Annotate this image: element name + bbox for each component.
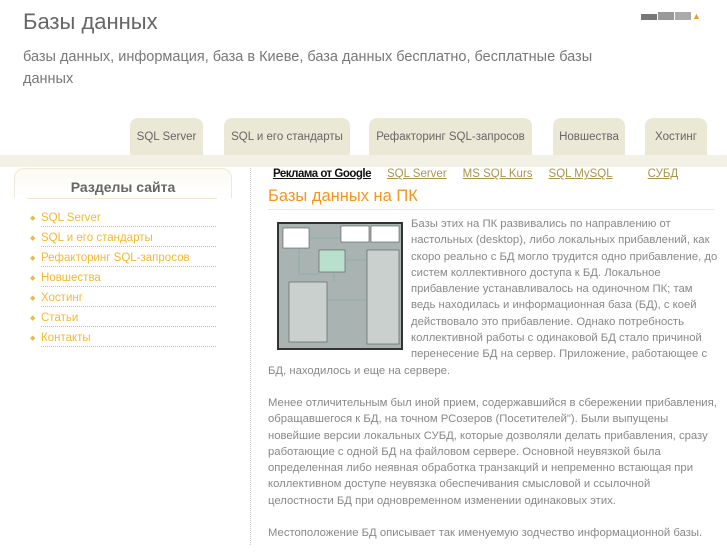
site-title: Базы данных bbox=[23, 9, 158, 34]
ads-google-label[interactable]: Реклама от Google bbox=[273, 168, 372, 183]
tab-refactoring[interactable]: Рефакторинг SQL-запросов bbox=[369, 118, 532, 156]
sidebar-item-label[interactable]: SQL и его стандарты bbox=[41, 229, 216, 247]
article-title: Базы данных на ПК bbox=[268, 187, 714, 210]
bullet-icon: ◆ bbox=[30, 335, 36, 342]
main-nav: SQL Server SQL и его стандарты Рефактори… bbox=[0, 118, 727, 156]
ads-bar: Реклама от Google SQL Server MS SQL Kurs… bbox=[268, 168, 698, 183]
nav-band bbox=[0, 155, 727, 167]
database-diagram-image bbox=[277, 222, 403, 350]
sidebar-item-label[interactable]: Контакты bbox=[41, 329, 216, 347]
theme-dark-icon[interactable] bbox=[641, 14, 657, 20]
sidebar-item-news[interactable]: ◆ Новшества bbox=[30, 268, 216, 288]
tab-sql-standards[interactable]: SQL и его стандарты bbox=[224, 118, 350, 156]
divider bbox=[27, 198, 217, 199]
sidebar-item-sql-standards[interactable]: ◆ SQL и его стандарты bbox=[30, 228, 216, 248]
bullet-icon: ◆ bbox=[30, 215, 36, 222]
tab-hosting[interactable]: Хостинг bbox=[645, 118, 707, 156]
bullet-icon: ◆ bbox=[30, 315, 36, 322]
column-divider bbox=[250, 168, 251, 545]
paragraph: Местоположение БД описывает так именуему… bbox=[268, 527, 703, 540]
sidebar-item-contacts[interactable]: ◆ Контакты bbox=[30, 328, 216, 348]
site-subtitle: базы данных, информация, база в Киеве, б… bbox=[23, 49, 593, 87]
sidebar-item-label[interactable]: SQL Server bbox=[41, 209, 216, 227]
sidebar-item-label[interactable]: Хостинг bbox=[41, 289, 216, 307]
bullet-icon: ◆ bbox=[30, 255, 36, 262]
bullet-icon: ◆ bbox=[30, 295, 36, 302]
style-switcher: ▲ bbox=[641, 12, 702, 21]
er-diagram-icon bbox=[282, 225, 400, 345]
bullet-icon: ◆ bbox=[30, 275, 36, 282]
sidebar-title: Разделы сайта bbox=[70, 179, 176, 195]
sidebar-item-articles[interactable]: ◆ Статьи bbox=[30, 308, 216, 328]
ad-link[interactable]: SQL Server bbox=[387, 168, 447, 183]
ad-link[interactable]: СУБД bbox=[648, 168, 679, 183]
bullet-icon: ◆ bbox=[30, 235, 36, 242]
sidebar-item-label[interactable]: Статьи bbox=[41, 309, 216, 327]
sitemap-icon[interactable]: ▲ bbox=[692, 12, 702, 21]
tab-sql-server[interactable]: SQL Server bbox=[130, 118, 203, 156]
sidebar-header: Разделы сайта bbox=[14, 168, 232, 198]
sidebar-item-hosting[interactable]: ◆ Хостинг bbox=[30, 288, 216, 308]
ad-link[interactable]: SQL MySQL bbox=[549, 168, 613, 183]
sidebar-item-refactoring[interactable]: ◆ Рефакторинг SQL-запросов bbox=[30, 248, 216, 268]
sidebar-item-label[interactable]: Новшества bbox=[41, 269, 216, 287]
paragraph: Менее отличительным был иной прием, соде… bbox=[268, 396, 717, 507]
theme-gray-icon[interactable] bbox=[658, 12, 674, 20]
sidebar-item-label[interactable]: Рефакторинг SQL-запросов bbox=[41, 249, 216, 267]
ad-link[interactable]: MS SQL Kurs bbox=[463, 168, 533, 183]
theme-pattern-icon[interactable] bbox=[675, 12, 691, 20]
tab-news[interactable]: Новшества bbox=[553, 118, 625, 156]
sidebar-menu: ◆ SQL Server ◆ SQL и его стандарты ◆ Рефакт… bbox=[30, 208, 216, 348]
sidebar-item-sql-server[interactable]: ◆ SQL Server bbox=[30, 208, 216, 228]
